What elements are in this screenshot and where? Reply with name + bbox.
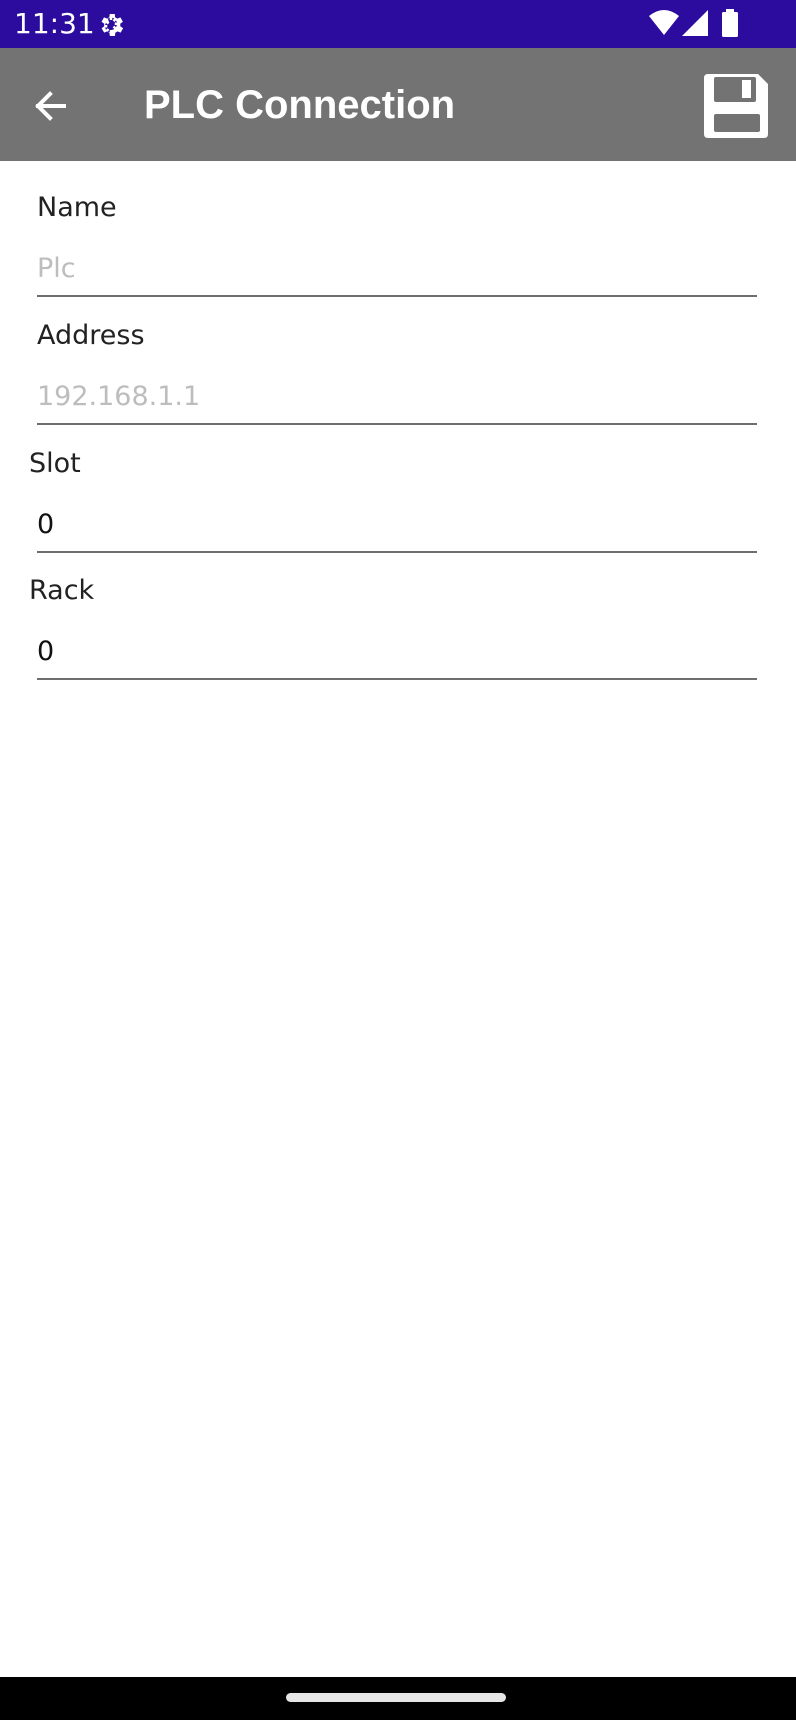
- address-label: Address: [37, 320, 145, 351]
- name-label: Name: [37, 192, 117, 223]
- name-field[interactable]: [37, 241, 757, 297]
- save-button[interactable]: [700, 70, 772, 142]
- signal-icon: [682, 10, 708, 36]
- arrow-left-icon: [35, 91, 66, 121]
- address-field[interactable]: [37, 369, 757, 425]
- rack-label: Rack: [29, 575, 95, 606]
- back-button[interactable]: [24, 78, 80, 134]
- status-time: 11:31: [14, 7, 95, 40]
- page-title: PLC Connection: [144, 83, 456, 127]
- navigation-bar: [0, 1677, 796, 1720]
- battery-icon: [722, 9, 738, 37]
- slot-label: Slot: [29, 448, 81, 479]
- gear-icon: [101, 14, 124, 36]
- app-bar: PLC Connection: [0, 48, 796, 161]
- floppy-disk-icon: [704, 74, 768, 138]
- wifi-icon: [649, 10, 679, 35]
- slot-field[interactable]: [37, 497, 757, 553]
- status-bar: 11:31: [0, 0, 796, 48]
- rack-field[interactable]: [37, 624, 757, 680]
- home-indicator[interactable]: [286, 1693, 506, 1702]
